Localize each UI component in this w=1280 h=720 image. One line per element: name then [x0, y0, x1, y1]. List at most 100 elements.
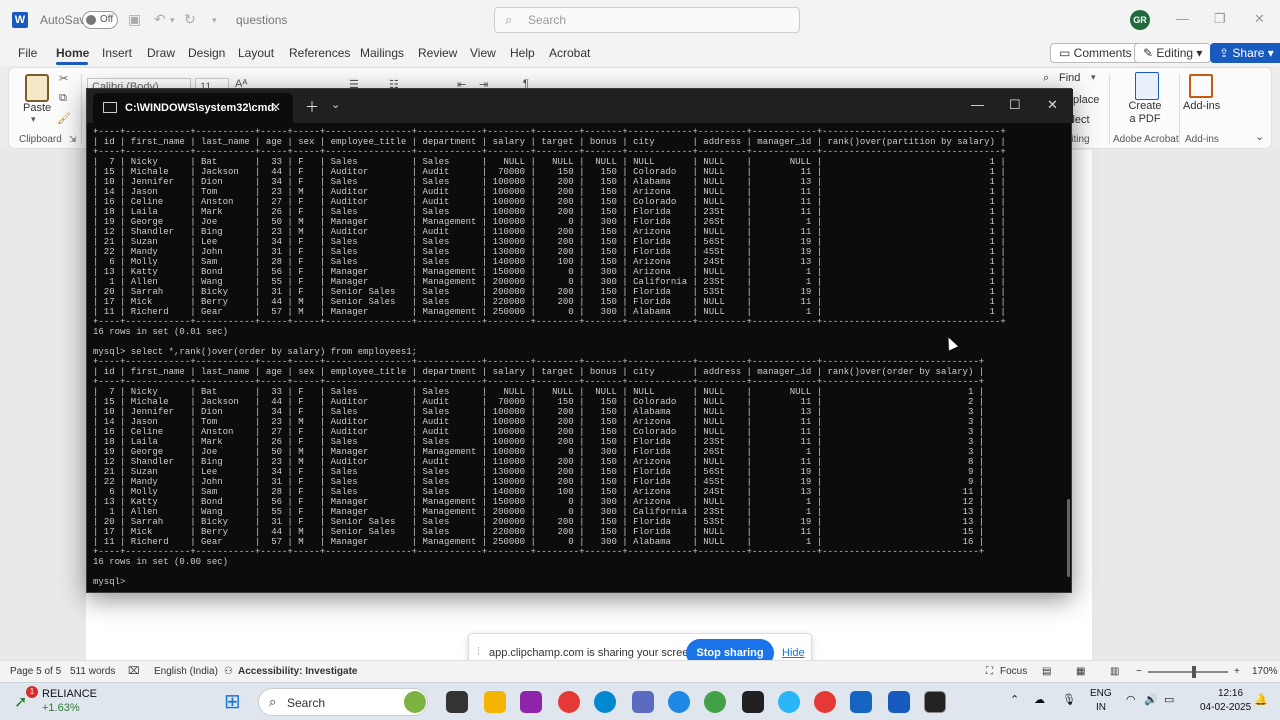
terminal-tab[interactable]: C:\WINDOWS\system32\cmd. ✕	[93, 93, 293, 123]
word-app-icon[interactable]	[888, 691, 910, 713]
save-icon[interactable]: ▣	[128, 11, 141, 28]
focus-button[interactable]: Focus	[1000, 666, 1027, 677]
create-pdf-label[interactable]: Create a PDF	[1125, 100, 1165, 126]
new-tab-icon[interactable]: ＋	[305, 97, 319, 117]
file-explorer-icon[interactable]	[484, 691, 506, 713]
close-tab-icon[interactable]: ✕	[271, 100, 281, 114]
undo-icon[interactable]: ↶	[154, 11, 166, 28]
taskbar-search[interactable]: ⌕ Search	[258, 688, 428, 716]
share-button[interactable]: ⇪ Share ▾	[1210, 43, 1280, 63]
task-view-icon[interactable]	[446, 691, 468, 713]
drag-handle-icon[interactable]: ⁞	[477, 646, 480, 658]
dialog-launcher-icon[interactable]: ⇲	[69, 134, 77, 145]
whatsapp-icon[interactable]	[704, 691, 726, 713]
terminal-output[interactable]: +----+------------+-----------+-----+---…	[93, 127, 1067, 589]
paste-icon[interactable]	[25, 74, 49, 102]
opera-icon[interactable]	[814, 691, 836, 713]
mysql-prompt[interactable]: mysql>	[93, 577, 1067, 587]
chevron-down-icon[interactable]: ⌄	[331, 98, 340, 111]
paste-dropdown-icon[interactable]: ▾	[31, 114, 36, 125]
chrome-icon[interactable]	[558, 691, 580, 713]
clock-time[interactable]: 12:16	[1218, 688, 1243, 699]
document-title[interactable]: questions	[236, 13, 287, 27]
redo-icon[interactable]: ↻	[184, 11, 196, 28]
paste-label[interactable]: Paste	[23, 102, 51, 114]
proofing-icon[interactable]: ⌧	[128, 666, 140, 677]
hide-button[interactable]: Hide	[782, 647, 805, 659]
zoom-level[interactable]: 170%	[1252, 666, 1278, 677]
cut-icon[interactable]: ✂	[59, 72, 68, 85]
addins-icon[interactable]	[1189, 74, 1213, 98]
terminal-scrollbar[interactable]	[1067, 499, 1070, 577]
find-label[interactable]: Find	[1059, 72, 1080, 84]
tab-mailings[interactable]: Mailings	[360, 46, 404, 60]
stock-name[interactable]: RELIANCE	[42, 688, 97, 700]
search-highlight-icon[interactable]	[404, 691, 426, 713]
tab-view[interactable]: View	[470, 46, 496, 60]
copilot-icon[interactable]	[520, 691, 542, 713]
edge-icon[interactable]	[594, 691, 616, 713]
teams-icon[interactable]	[632, 691, 654, 713]
addins-label[interactable]: Add-ins	[1183, 100, 1220, 112]
tab-review[interactable]: Review	[418, 46, 457, 60]
create-pdf-icon[interactable]	[1135, 72, 1159, 100]
zoom-slider-thumb[interactable]	[1192, 666, 1196, 678]
tab-insert[interactable]: Insert	[102, 46, 132, 60]
comments-button[interactable]: ▭ Comments	[1050, 43, 1141, 63]
close-icon[interactable]: ✕	[1047, 97, 1058, 113]
telegram-icon[interactable]	[778, 691, 800, 713]
tab-draw[interactable]: Draw	[147, 46, 175, 60]
tab-file[interactable]: File	[18, 46, 37, 60]
close-icon[interactable]: ✕	[1254, 11, 1265, 27]
clock-date[interactable]: 04-02-2025	[1200, 702, 1251, 713]
autosave-toggle[interactable]: Off	[82, 11, 118, 29]
avatar[interactable]: GR	[1130, 10, 1150, 30]
print-layout-icon[interactable]: ▦	[1076, 666, 1085, 677]
maximize-icon[interactable]: ☐	[1009, 97, 1021, 113]
chevron-up-icon[interactable]: ⌃	[1010, 693, 1019, 706]
tab-references[interactable]: References	[289, 46, 350, 60]
tab-home[interactable]: Home	[56, 46, 89, 60]
terminal-app-icon[interactable]	[924, 691, 946, 713]
tab-help[interactable]: Help	[510, 46, 535, 60]
word-count[interactable]: 511 words	[70, 666, 115, 677]
store-icon[interactable]	[850, 691, 872, 713]
tab-design[interactable]: Design	[188, 46, 225, 60]
zoom-out-icon[interactable]: −	[1136, 666, 1142, 677]
sticky-notes-icon[interactable]	[742, 691, 764, 713]
stock-change[interactable]: +1.63%	[42, 702, 80, 714]
restore-icon[interactable]: ❐	[1214, 11, 1226, 27]
page-count[interactable]: Page 5 of 5	[10, 666, 61, 677]
undo-dropdown-icon[interactable]: ▾	[170, 15, 175, 26]
python-icon[interactable]	[668, 691, 690, 713]
collapse-ribbon-icon[interactable]: ⌄	[1255, 130, 1264, 143]
read-mode-icon[interactable]: ▤	[1042, 666, 1051, 677]
volume-icon[interactable]: 🔊	[1144, 693, 1158, 706]
start-button[interactable]: ⊞	[224, 689, 241, 714]
editing-mode-button[interactable]: ✎ Editing ▾	[1134, 43, 1212, 63]
word-search-box[interactable]: ⌕ Search	[494, 7, 800, 33]
terminal-window[interactable]: C:\WINDOWS\system32\cmd. ✕ ＋ ⌄ — ☐ ✕ +--…	[86, 88, 1073, 593]
language-line1[interactable]: ENG	[1090, 688, 1112, 699]
find-dropdown-icon[interactable]: ▾	[1091, 72, 1096, 83]
zoom-slider[interactable]	[1148, 671, 1228, 673]
tab-layout[interactable]: Layout	[238, 46, 274, 60]
notifications-icon[interactable]: 🔔	[1254, 693, 1268, 706]
accessibility-status[interactable]: Accessibility: Investigate	[238, 666, 358, 677]
language-status[interactable]: English (India)	[154, 666, 218, 677]
language-line2[interactable]: IN	[1096, 702, 1106, 713]
tab-acrobat[interactable]: Acrobat	[549, 46, 590, 60]
microphone-icon[interactable]: 🎙	[1062, 693, 1076, 706]
find-icon[interactable]: ⌕	[1043, 72, 1049, 85]
cloud-icon[interactable]: ☁	[1034, 693, 1045, 706]
copy-icon[interactable]: ⧉	[59, 92, 67, 105]
battery-icon[interactable]: ▭	[1164, 693, 1174, 706]
wifi-icon[interactable]: ◠	[1126, 693, 1136, 706]
minimize-icon[interactable]: —	[1176, 11, 1189, 26]
customize-toolbar-icon[interactable]: ▾	[212, 15, 217, 26]
format-painter-icon[interactable]: 🖌	[57, 112, 71, 125]
minimize-icon[interactable]: —	[971, 97, 984, 112]
terminal-titlebar[interactable]: C:\WINDOWS\system32\cmd. ✕ ＋ ⌄ — ☐ ✕	[87, 89, 1073, 123]
web-layout-icon[interactable]: ▥	[1110, 666, 1119, 677]
zoom-in-icon[interactable]: +	[1234, 666, 1240, 677]
